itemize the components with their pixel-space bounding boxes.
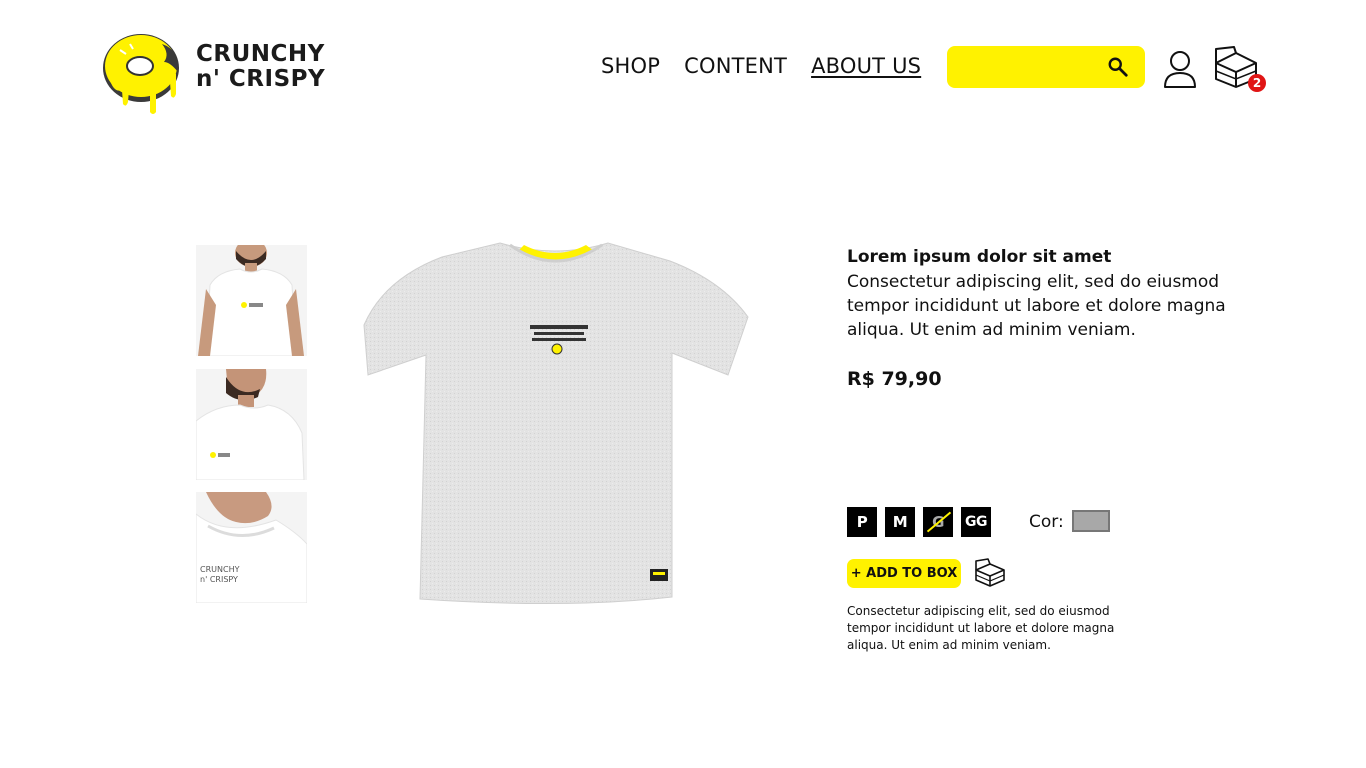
cart-count-badge: 2: [1248, 74, 1266, 92]
box-icon[interactable]: [974, 558, 1006, 588]
thumbnail-detail[interactable]: CRUNCHY n' CRISPY: [196, 492, 307, 603]
size-option-p[interactable]: P: [847, 507, 877, 537]
thumbnail-side[interactable]: [196, 369, 307, 480]
model-front-image: [196, 245, 307, 356]
svg-text:n' CRISPY: n' CRISPY: [200, 575, 238, 584]
search-icon[interactable]: [1107, 56, 1129, 78]
search-bar: [947, 46, 1145, 88]
brand-wordmark: CRUNCHY n' CRISPY: [196, 42, 325, 92]
product-title: Lorem ipsum dolor sit amet: [847, 247, 1112, 267]
size-option-gg[interactable]: GG: [961, 507, 991, 537]
melting-donut-icon: [103, 34, 179, 114]
model-side-image: [196, 369, 307, 480]
nav-item-shop[interactable]: SHOP: [601, 54, 660, 78]
brand-line-2: n' CRISPY: [196, 66, 326, 92]
product-note: Consectetur adipiscing elit, sed do eius…: [847, 604, 1115, 652]
product-info: Lorem ipsum dolor sit amet Consectetur a…: [847, 246, 1237, 342]
size-option-g-unavailable: G: [923, 507, 953, 537]
svg-text:CRUNCHY: CRUNCHY: [200, 565, 240, 574]
size-option-m[interactable]: M: [885, 507, 915, 537]
main-nav: SHOP CONTENT ABOUT US: [601, 54, 921, 78]
nav-item-about-us[interactable]: ABOUT US: [811, 54, 921, 78]
brand-logo[interactable]: CRUNCHY n' CRISPY: [100, 32, 340, 118]
search-input[interactable]: [959, 54, 1099, 80]
nav-item-content[interactable]: CONTENT: [684, 54, 787, 78]
color-label: Cor:: [1029, 512, 1064, 532]
thumbnail-front[interactable]: [196, 245, 307, 356]
grey-tshirt-product-image: [363, 242, 749, 605]
product-description: Consectetur adipiscing elit, sed do eius…: [847, 272, 1226, 340]
product-price: R$ 79,90: [847, 368, 942, 390]
tshirt-detail-image: CRUNCHY n' CRISPY: [196, 492, 307, 603]
user-icon[interactable]: [1163, 49, 1197, 89]
brand-line-1: CRUNCHY: [196, 41, 325, 67]
color-swatch-grey[interactable]: [1072, 510, 1110, 532]
size-selector: P M G GG: [847, 507, 991, 537]
add-to-box-button[interactable]: + ADD TO BOX: [847, 559, 961, 588]
